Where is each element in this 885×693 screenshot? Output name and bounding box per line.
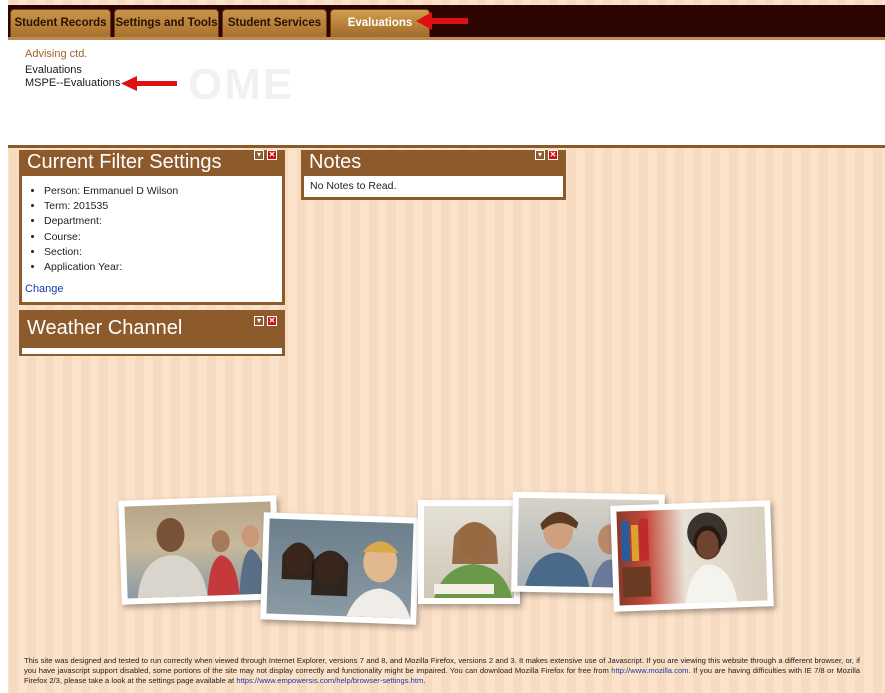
browser-settings-link[interactable]: https://www.empowersis.com/help/browser-…: [236, 676, 423, 685]
list-item: Person: Emmanuel D Wilson: [44, 184, 178, 199]
notes-empty-message: No Notes to Read.: [310, 180, 397, 192]
browser-compatibility-notice: This site was designed and tested to run…: [24, 656, 860, 686]
arrow-pointer-icon: [121, 76, 177, 91]
widget-body: No Notes to Read.: [304, 176, 563, 197]
widget-title: Weather Channel: [27, 317, 183, 339]
tab-student-services[interactable]: Student Services: [222, 9, 327, 37]
list-item: Section:: [44, 245, 178, 260]
minimize-icon[interactable]: ▾: [254, 150, 264, 160]
minimize-icon[interactable]: ▾: [535, 150, 545, 160]
close-icon[interactable]: ✕: [548, 150, 558, 160]
widget-title: Current Filter Settings: [27, 151, 222, 173]
menu-section-header: Advising ctd.: [25, 48, 88, 60]
menu-item-evaluations[interactable]: Evaluations: [25, 64, 82, 76]
menu-item-mspe-evaluations[interactable]: MSPE--Evaluations: [25, 77, 120, 89]
student-photo: [118, 495, 280, 605]
left-margin-strip: [0, 0, 8, 693]
list-item: Application Year:: [44, 260, 178, 275]
tab-settings-and-tools[interactable]: Settings and Tools: [114, 9, 219, 37]
student-photo: [260, 512, 420, 625]
evaluations-menu-panel: OME Advising ctd. Evaluations MSPE--Eval…: [8, 37, 885, 148]
tab-student-records[interactable]: Student Records: [10, 9, 111, 37]
watermark-logo: OME: [188, 60, 295, 109]
change-filter-link[interactable]: Change: [25, 283, 64, 295]
list-item: Department:: [44, 214, 178, 229]
current-filter-settings-widget: Current Filter Settings ▾ ✕ Person: Emma…: [19, 150, 285, 305]
mozilla-download-link[interactable]: http://www.mozilla.com: [611, 666, 688, 675]
arrow-pointer-icon: [416, 12, 468, 30]
list-item: Term: 201535: [44, 199, 178, 214]
student-photo: [418, 500, 520, 604]
close-icon[interactable]: ✕: [267, 150, 277, 160]
student-photo: [610, 500, 774, 612]
weather-channel-widget: Weather Channel ▾ ✕: [19, 310, 285, 356]
notes-widget: Notes ▾ ✕ No Notes to Read.: [301, 150, 566, 200]
filter-settings-list: Person: Emmanuel D Wilson Term: 201535 D…: [36, 184, 178, 275]
top-nav-bar: Student Records Settings and Tools Stude…: [8, 5, 885, 37]
tab-evaluations[interactable]: Evaluations: [330, 9, 430, 37]
list-item: Course:: [44, 230, 178, 245]
footer-text-part: .: [423, 676, 426, 685]
close-icon[interactable]: ✕: [267, 316, 277, 326]
widget-body: [22, 348, 282, 354]
widget-title: Notes: [309, 151, 362, 173]
minimize-icon[interactable]: ▾: [254, 316, 264, 326]
